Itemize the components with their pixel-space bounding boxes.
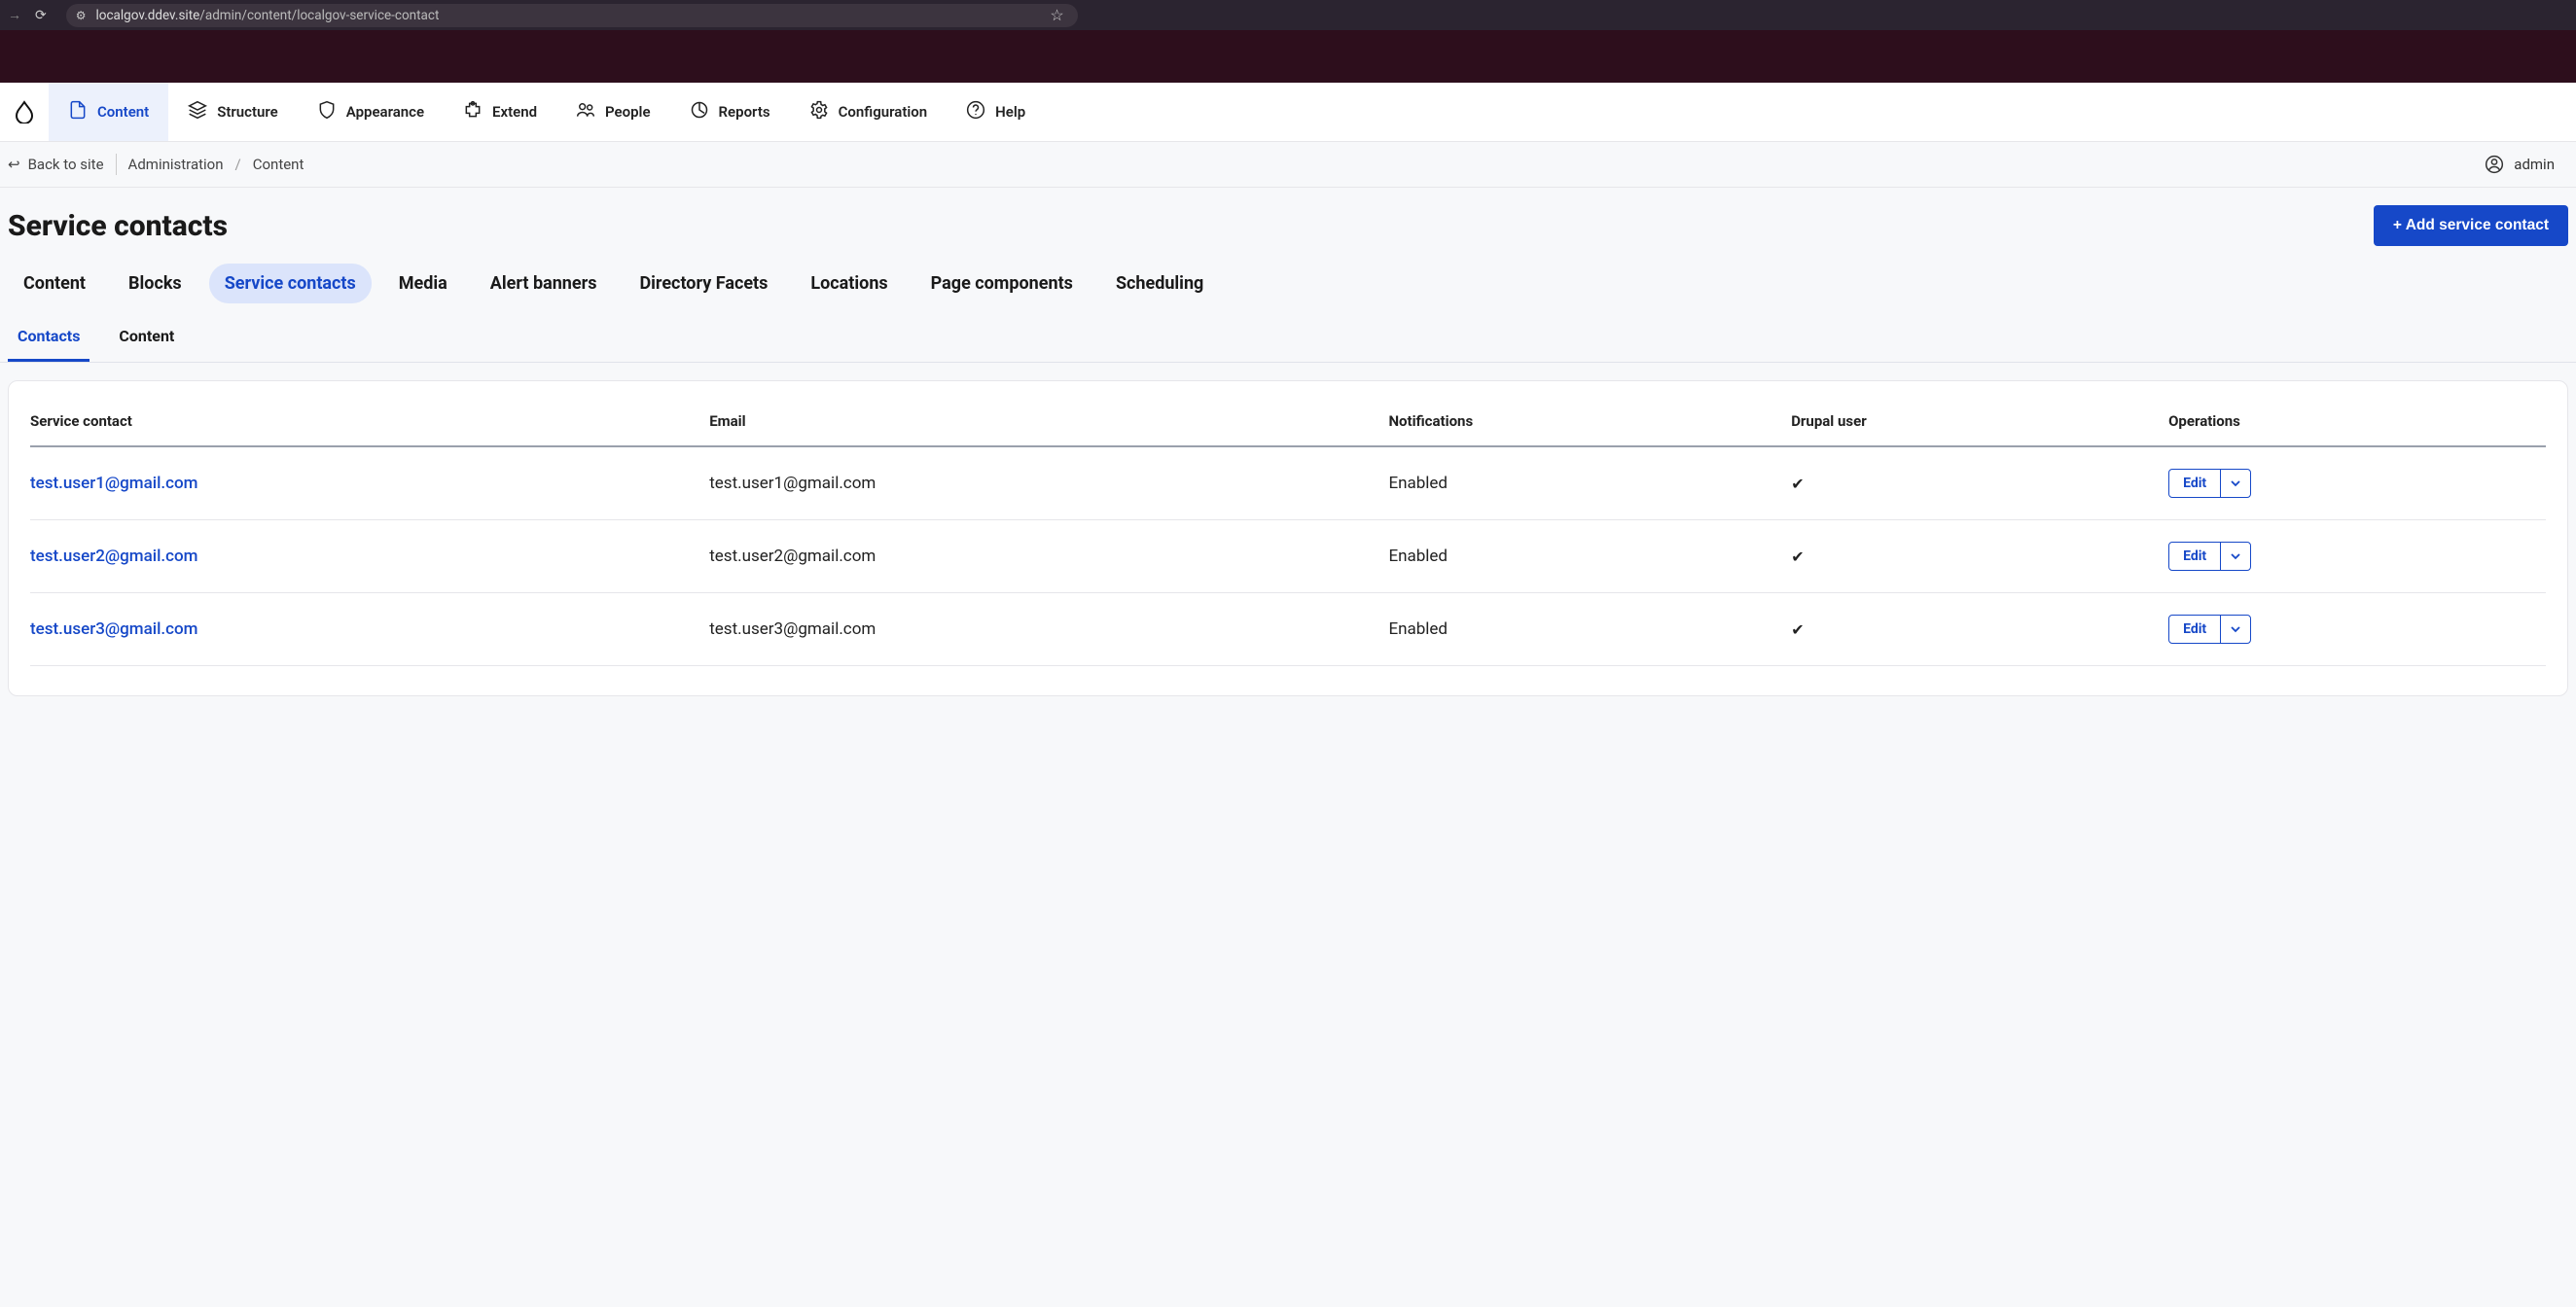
notifications-cell: Enabled [1388,446,1791,520]
bookmark-star-icon[interactable]: ☆ [1050,6,1063,24]
content-card: Service contact Email Notifications Drup… [8,380,2568,696]
col-email: Email [709,401,1388,446]
edit-button[interactable]: Edit [2169,616,2221,643]
users-icon [576,100,595,124]
subtab-content[interactable]: Content [109,317,184,362]
tab-media[interactable]: Media [383,264,463,303]
user-icon [2485,155,2504,174]
nav-label: Help [995,103,1025,121]
tab-blocks[interactable]: Blocks [113,264,197,303]
drupal-user-cell: ✔ [1791,520,2168,593]
notifications-cell: Enabled [1388,593,1791,666]
subtab-contacts[interactable]: Contacts [8,317,89,362]
site-header-band [0,30,2576,83]
address-bar[interactable]: ⚙ localgov.ddev.site/admin/content/local… [66,4,1078,27]
operations-dropbutton: Edit [2168,469,2251,498]
shield-icon [317,100,337,124]
table-header-row: Service contact Email Notifications Drup… [30,401,2546,446]
col-drupal-user: Drupal user [1791,401,2168,446]
primary-tabs: Content Blocks Service contacts Media Alert … [0,254,2576,303]
tab-content[interactable]: Content [8,264,101,303]
question-icon [966,100,985,124]
nav-label: Appearance [346,103,424,121]
reload-icon[interactable]: ⟳ [35,8,47,23]
drupal-user-cell: ✔ [1791,593,2168,666]
email-cell: test.user3@gmail.com [709,593,1388,666]
gear-icon [809,100,829,124]
col-operations: Operations [2168,401,2546,446]
admin-toolbar: Content Structure Appearance Extend People Re… [0,83,2576,142]
nav-structure[interactable]: Structure [168,83,298,141]
nav-help[interactable]: Help [947,83,1045,141]
back-arrow-icon: ↩ [8,156,20,173]
nav-label: People [605,103,651,121]
current-user[interactable]: admin [2485,155,2568,174]
email-cell: test.user2@gmail.com [709,520,1388,593]
browser-toolbar: → ⟳ ⚙ localgov.ddev.site/admin/content/l… [0,0,2576,30]
nav-people[interactable]: People [556,83,670,141]
breadcrumb-separator: / [235,156,241,173]
nav-extend[interactable]: Extend [444,83,556,141]
add-service-contact-button[interactable]: + Add service contact [2374,205,2568,246]
operations-toggle[interactable] [2221,543,2250,570]
breadcrumb-row: ↩ Back to site Administration / Content … [0,142,2576,188]
operations-dropbutton: Edit [2168,542,2251,571]
tab-alert-banners[interactable]: Alert banners [475,264,613,303]
file-icon [68,100,88,124]
operations-dropbutton: Edit [2168,615,2251,644]
nav-configuration[interactable]: Configuration [790,83,948,141]
breadcrumb-content[interactable]: Content [253,156,304,173]
nav-content[interactable]: Content [49,83,168,141]
divider [116,154,117,175]
breadcrumb-administration[interactable]: Administration [128,156,224,173]
operations-toggle[interactable] [2221,470,2250,497]
service-contacts-table: Service contact Email Notifications Drup… [30,401,2546,666]
tab-page-components[interactable]: Page components [915,264,1089,303]
tab-directory-facets[interactable]: Directory Facets [624,264,783,303]
service-contact-link[interactable]: test.user2@gmail.com [30,547,197,566]
operations-toggle[interactable] [2221,616,2250,643]
email-cell: test.user1@gmail.com [709,446,1388,520]
forward-icon[interactable]: → [8,7,21,23]
nav-label: Content [97,103,149,121]
url-text: localgov.ddev.site/admin/content/localgo… [96,8,440,23]
back-label: Back to site [28,156,104,173]
table-row: test.user3@gmail.com test.user3@gmail.com… [30,593,2546,666]
edit-button[interactable]: Edit [2169,543,2221,570]
edit-button[interactable]: Edit [2169,470,2221,497]
page-title: Service contacts [8,209,228,243]
back-to-site-link[interactable]: ↩ Back to site [8,156,104,173]
drupal-logo[interactable] [0,83,49,141]
nav-label: Configuration [839,103,928,121]
puzzle-icon [463,100,483,124]
page-header: Service contacts + Add service contact [0,188,2576,254]
drupal-user-cell: ✔ [1791,446,2168,520]
tab-scheduling[interactable]: Scheduling [1100,264,1219,303]
chevron-down-icon [2231,624,2240,634]
nav-label: Structure [217,103,278,121]
tab-service-contacts[interactable]: Service contacts [209,264,372,303]
service-contact-link[interactable]: test.user1@gmail.com [30,474,197,493]
user-name: admin [2514,156,2555,173]
nav-label: Reports [719,103,770,121]
tab-locations[interactable]: Locations [795,264,903,303]
notifications-cell: Enabled [1388,520,1791,593]
table-row: test.user2@gmail.com test.user2@gmail.com… [30,520,2546,593]
col-notifications: Notifications [1388,401,1791,446]
table-row: test.user1@gmail.com test.user1@gmail.com… [30,446,2546,520]
chart-icon [690,100,709,124]
secondary-tabs: Contacts Content [0,303,2576,363]
col-service-contact: Service contact [30,401,709,446]
chevron-down-icon [2231,478,2240,488]
service-contact-link[interactable]: test.user3@gmail.com [30,619,197,639]
nav-appearance[interactable]: Appearance [298,83,444,141]
layers-icon [188,100,207,124]
nav-label: Extend [492,103,537,121]
site-settings-icon[interactable]: ⚙ [76,9,87,22]
chevron-down-icon [2231,551,2240,561]
nav-reports[interactable]: Reports [670,83,790,141]
